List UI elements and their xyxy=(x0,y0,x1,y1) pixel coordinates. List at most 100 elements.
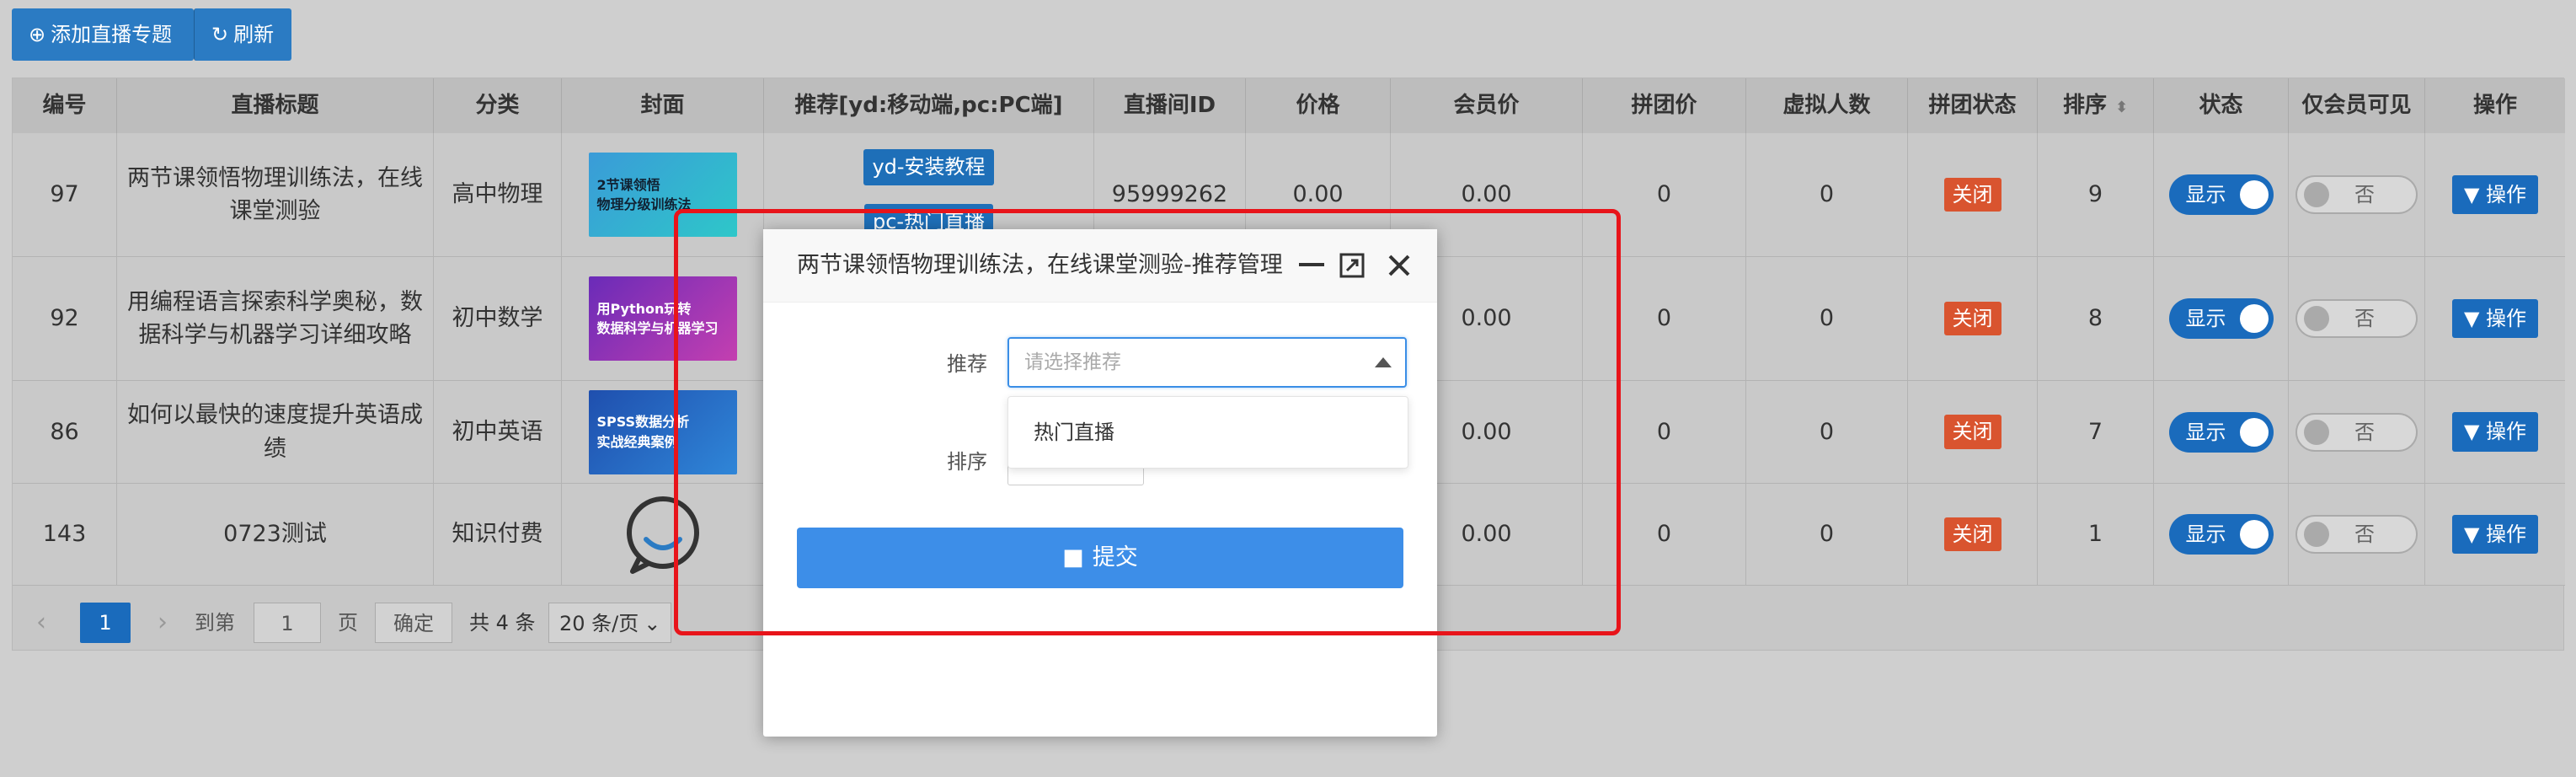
cover-image: 2节课领悟 物理分级训练法 xyxy=(588,153,737,237)
col-price: 价格 xyxy=(1246,78,1391,133)
col-room-id: 直播间ID xyxy=(1094,78,1246,133)
col-sort[interactable]: 排序 ⬍ xyxy=(2038,78,2154,133)
col-member-only: 仅会员可见 xyxy=(2289,78,2425,133)
recommend-label: 推荐 xyxy=(947,352,987,376)
cell-status: 显示 xyxy=(2154,257,2289,380)
status-toggle[interactable]: 显示 xyxy=(2168,174,2274,215)
cell-sort: 8 xyxy=(2038,257,2154,380)
table-header: 编号 直播标题 分类 封面 推荐[yd:移动端,pc:PC端] 直播间ID 价格… xyxy=(13,78,2565,134)
chat-bubble-icon xyxy=(626,496,699,574)
prev-page-icon[interactable]: ‹ xyxy=(36,603,46,643)
cell-actions: ▼ 操作 xyxy=(2425,257,2565,380)
cell-title: 两节课领悟物理训练法，在线课堂测验 xyxy=(117,133,434,256)
cell-virtual: 0 xyxy=(1746,133,1908,256)
bag-icon: ■ xyxy=(1062,544,1084,571)
cell-member-only: 否 xyxy=(2289,381,2425,483)
cell-cover xyxy=(562,484,764,585)
col-cover: 封面 xyxy=(562,78,764,133)
caret-down-icon: ▼ xyxy=(2463,420,2487,444)
cell-virtual: 0 xyxy=(1746,381,1908,483)
cell-category: 初中数学 xyxy=(434,257,562,380)
recommend-select[interactable]: 请选择推荐 xyxy=(1007,337,1407,388)
cell-actions: ▼ 操作 xyxy=(2425,484,2565,585)
cell-sort: 7 xyxy=(2038,381,2154,483)
caret-down-icon: ▼ xyxy=(2463,182,2487,206)
col-member-price: 会员价 xyxy=(1391,78,1583,133)
cell-member-only: 否 xyxy=(2289,257,2425,380)
member-only-toggle[interactable]: 否 xyxy=(2295,299,2418,338)
member-only-toggle[interactable]: 否 xyxy=(2295,412,2418,452)
cover-image: SPSS数据分析 实战经典案例 xyxy=(588,389,737,474)
actions-dropdown-button[interactable]: ▼ 操作 xyxy=(2451,298,2539,339)
page-jump-confirm-button[interactable]: 确定 xyxy=(375,603,452,643)
page-unit-label: 页 xyxy=(338,611,358,635)
recommend-dropdown: 热门直播 xyxy=(1007,396,1408,469)
actions-dropdown-button[interactable]: ▼ 操作 xyxy=(2451,412,2539,452)
cell-status: 显示 xyxy=(2154,484,2289,585)
status-badge: 关闭 xyxy=(1943,517,2001,552)
status-badge: 关闭 xyxy=(1943,415,2001,449)
cell-title: 0723测试 xyxy=(117,484,434,585)
col-group-status: 拼团状态 xyxy=(1908,78,2038,133)
add-live-topic-button[interactable]: ⊕ 添加直播专题 xyxy=(12,8,194,61)
col-group-price: 拼团价 xyxy=(1583,78,1746,133)
status-toggle[interactable]: 显示 xyxy=(2168,298,2274,339)
cell-id: 92 xyxy=(13,257,117,380)
cell-category: 知识付费 xyxy=(434,484,562,585)
recommend-tag: yd-安装教程 xyxy=(863,149,994,185)
cell-title: 用编程语言探索科学奥秘，数据科学与机器学习详细攻略 xyxy=(117,257,434,380)
cell-group-status: 关闭 xyxy=(1908,381,2038,483)
col-status: 状态 xyxy=(2154,78,2289,133)
status-badge: 关闭 xyxy=(1943,177,2001,212)
actions-dropdown-button[interactable]: ▼ 操作 xyxy=(2451,514,2539,555)
maximize-icon[interactable] xyxy=(1339,253,1365,278)
submit-button[interactable]: ■ 提交 xyxy=(797,528,1403,588)
member-only-toggle[interactable]: 否 xyxy=(2295,515,2418,554)
col-actions: 操作 xyxy=(2472,93,2517,118)
page-size-select[interactable]: 20 条/页 ⌄ xyxy=(548,603,671,643)
cell-cover: 用Python玩转 数据科学与机器学习 xyxy=(562,257,764,380)
cell-actions: ▼ 操作 xyxy=(2425,133,2565,256)
cell-cover: 2节课领悟 物理分级训练法 xyxy=(562,133,764,256)
recommend-modal: 两节课领悟物理训练法，在线课堂测验-推荐管理 推荐 请选择推荐 排序 热门直播 … xyxy=(763,229,1437,737)
cell-member-only: 否 xyxy=(2289,484,2425,585)
sort-label: 排序 xyxy=(947,450,987,474)
caret-down-icon: ▼ xyxy=(2463,522,2487,546)
plus-circle-icon: ⊕ xyxy=(29,23,46,46)
minimize-icon[interactable] xyxy=(1299,263,1324,266)
col-id: 编号 xyxy=(13,78,117,133)
cover-image: 用Python玩转 数据科学与机器学习 xyxy=(588,276,737,361)
dropdown-option[interactable]: 热门直播 xyxy=(1034,397,1114,468)
page-jump-input[interactable]: 1 xyxy=(254,603,321,643)
cell-status: 显示 xyxy=(2154,381,2289,483)
cell-group-status: 关闭 xyxy=(1908,133,2038,256)
status-toggle[interactable]: 显示 xyxy=(2168,514,2274,555)
cell-group-price: 0 xyxy=(1583,257,1746,380)
status-badge: 关闭 xyxy=(1943,301,2001,336)
cell-member-only: 否 xyxy=(2289,133,2425,256)
close-icon[interactable] xyxy=(1387,253,1412,278)
cell-group-status: 关闭 xyxy=(1908,484,2038,585)
cell-id: 143 xyxy=(13,484,117,585)
refresh-icon: ↻ xyxy=(211,23,229,46)
col-recommend: 推荐[yd:移动端,pc:PC端] xyxy=(764,78,1094,133)
page-number-current[interactable]: 1 xyxy=(80,603,131,643)
cell-group-price: 0 xyxy=(1583,381,1746,483)
cell-group-price: 0 xyxy=(1583,484,1746,585)
cell-category: 高中物理 xyxy=(434,133,562,256)
cell-cover: SPSS数据分析 实战经典案例 xyxy=(562,381,764,483)
member-only-toggle[interactable]: 否 xyxy=(2295,175,2418,214)
next-page-icon[interactable]: › xyxy=(158,603,168,643)
col-category: 分类 xyxy=(434,78,562,133)
caret-down-icon: ▼ xyxy=(2463,306,2487,330)
col-virtual: 虚拟人数 xyxy=(1746,78,1908,133)
chevron-down-icon: ⌄ xyxy=(644,612,661,635)
modal-title: 两节课领悟物理训练法，在线课堂测验-推荐管理 xyxy=(797,252,1283,278)
cell-group-price: 0 xyxy=(1583,133,1746,256)
refresh-button[interactable]: ↻ 刷新 xyxy=(194,8,291,61)
cell-category: 初中英语 xyxy=(434,381,562,483)
total-count: 共 4 条 xyxy=(469,611,536,635)
actions-dropdown-button[interactable]: ▼ 操作 xyxy=(2451,174,2539,215)
cell-sort: 1 xyxy=(2038,484,2154,585)
status-toggle[interactable]: 显示 xyxy=(2168,411,2274,453)
